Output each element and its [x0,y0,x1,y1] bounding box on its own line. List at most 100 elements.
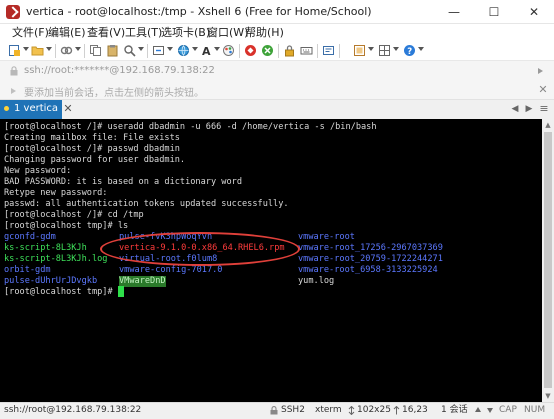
ls-entry-directory: orbit-gdm [4,265,51,275]
resize-icon [348,406,355,415]
ls-entry-directory: pulse-dUhrUrJDvgkb [4,276,98,286]
ls-entry-executable: ks-script-8L3KJh.log [4,254,108,264]
tab-close-button[interactable]: ✕ [63,102,73,116]
find-icon[interactable] [123,44,136,57]
xshell-icon [6,5,20,19]
find-dropdown-icon[interactable] [138,47,144,51]
help-dropdown-icon[interactable] [418,47,424,51]
terminal-line: [root@localhost tmp]# ls [4,221,129,231]
tab-scroll-right-button[interactable]: ▶ [524,104,534,114]
tab-scroll-left-button[interactable]: ◀ [510,104,520,114]
ls-entry-directory: vmware-root_20759-1722244271 [298,254,443,264]
terminal-line: Changing password for user dbadmin. [4,155,186,165]
open-dropdown-icon[interactable] [46,47,52,51]
status-connection: ssh://root@192.168.79.138:22 [4,405,142,415]
menu-window[interactable]: 窗口(W) [207,25,248,41]
xmanager-icon[interactable] [261,44,274,57]
compose-icon[interactable] [322,44,335,57]
scroll-up-button[interactable]: ▲ [542,119,554,131]
go-arrow-icon[interactable] [537,67,545,75]
paste-icon[interactable] [106,44,119,57]
toolbar-separator [55,44,56,58]
hint-text: 要添加当前会话，点击左侧的箭头按钮。 [24,88,204,99]
terminal-line: [root@localhost /]# useradd dbadmin -u 6… [4,122,377,132]
keyboard-icon[interactable] [300,44,313,57]
toolbar-separator [239,44,240,58]
globe-dropdown-icon[interactable] [192,47,198,51]
new-session-icon[interactable] [8,44,21,57]
link-dropdown-icon[interactable] [75,47,81,51]
maximize-button[interactable]: ☐ [474,0,514,24]
lock-icon [10,66,18,76]
hint-close-button[interactable]: ✕ [538,83,548,97]
terminal-line: BAD PASSWORD: it is based on a dictionar… [4,177,242,187]
lock-icon [270,406,278,415]
copy-icon[interactable] [89,44,102,57]
lock-icon[interactable] [283,44,296,57]
terminal-cursor [118,286,124,297]
ls-entry-directory: vmware-root_17256-2967037369 [298,243,443,253]
menu-view[interactable]: 查看(V) [87,25,125,41]
menu-help[interactable]: 帮助(H) [245,25,284,41]
new-session-dropdown-icon[interactable] [23,47,29,51]
scrollbar-thumb[interactable] [544,132,552,388]
xftp-icon[interactable] [244,44,257,57]
font-icon[interactable]: A [201,44,214,57]
menu-tabs[interactable]: 选项卡(B) [161,25,210,41]
help-icon[interactable]: ? [403,44,416,57]
open-folder-icon[interactable] [31,44,44,57]
status-sessions: 1 会话 [441,405,468,415]
menu-edit[interactable]: 编辑(E) [48,25,86,41]
color-scheme-icon[interactable] [222,44,235,57]
status-size: 102x25 [357,405,391,415]
globe-icon[interactable] [177,44,190,57]
ls-entry-directory: vmware-config-7017.0 [119,265,223,275]
toolbar-separator [317,44,318,58]
terminal-line: passwd: all authentication tokens update… [4,199,289,209]
terminal-line: [root@localhost /]# cd /tmp [4,210,144,220]
tab-list-button[interactable]: ≡ [538,103,550,114]
terminal-line: [root@localhost /]# passwd dbadmin [4,144,180,154]
ls-entry-directory: vmware-root_6958-3133225924 [298,265,438,275]
ls-entry-executable: ks-script-8L3KJh [4,243,87,253]
close-button[interactable]: ✕ [514,0,554,24]
tab-status-dot-icon [4,106,9,111]
add-session-icon[interactable] [10,87,18,95]
window-title: vertica - root@localhost:/tmp - Xshell 6… [26,5,372,18]
terminal-line: Retype new password: [4,188,108,198]
menu-file[interactable]: 文件(F) [12,25,49,41]
fullscreen-icon[interactable] [353,44,366,57]
ls-entry-highlighted-directory: VMwareDnD [119,276,166,287]
tab-bar [0,100,554,119]
fullscreen-dropdown-icon[interactable] [368,47,374,51]
link-icon[interactable] [60,44,73,57]
toolbar-separator [339,44,340,58]
arrow-up-icon[interactable] [474,406,482,414]
ls-entry-directory: gconfd-gdm [4,232,56,242]
layout-dropdown-icon[interactable] [393,47,399,51]
toolbar-separator [278,44,279,58]
terminal-prompt: [root@localhost tmp]# [4,287,118,297]
reconnect-icon[interactable] [152,44,165,57]
status-terminal-type: xterm [315,405,342,415]
toolbar-separator [84,44,85,58]
status-num: NUM [524,405,546,415]
reconnect-dropdown-icon[interactable] [167,47,173,51]
scroll-down-button[interactable]: ▼ [542,390,554,402]
ls-entry-file: yum.log [298,276,335,286]
terminal-line: New password: [4,166,72,176]
terminal-line: Creating mailbox file: File exists [4,133,180,143]
svg-text:?: ? [407,47,412,57]
status-caps: CAP [499,405,517,415]
minimize-button[interactable]: — [434,0,474,24]
cursor-position-icon [393,406,400,415]
tab-label: 1 vertica [14,103,59,114]
status-cursor-position: 16,23 [402,405,428,415]
layout-icon[interactable] [378,44,391,57]
toolbar-separator [147,44,148,58]
address-input[interactable]: ssh://root:*******@192.168.79.138:22 [24,65,215,76]
arrow-down-icon[interactable] [486,406,494,414]
annotation-ellipse [100,232,300,266]
font-dropdown-icon[interactable] [214,47,220,51]
menu-tools[interactable]: 工具(T) [125,25,162,41]
